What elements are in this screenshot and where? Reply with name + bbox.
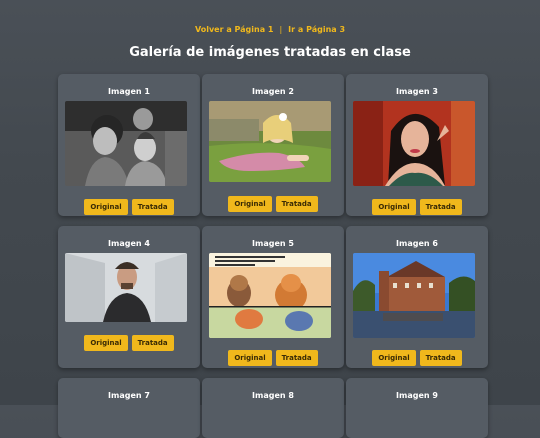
image-castle-by-water [353,253,475,338]
treated-button[interactable]: Tratada [275,196,318,212]
card-caption: Imagen 8 [252,391,294,400]
card-caption: Imagen 4 [108,239,150,248]
gallery-card-6: Imagen 6 Original Tratada [346,226,488,368]
original-button[interactable]: Original [228,196,272,212]
card-caption: Imagen 7 [108,391,150,400]
treated-button[interactable]: Tratada [419,199,462,215]
image-woman-portrait-red-background [353,101,475,186]
gallery-card-9: Imagen 9 [346,378,488,438]
gallery-card-4: Imagen 4 Original Tratada [58,226,200,368]
original-button[interactable]: Original [228,350,272,366]
card-caption: Imagen 3 [396,87,438,96]
card-caption: Imagen 5 [252,239,294,248]
page-title: Galería de imágenes tratadas en clase [129,45,411,60]
original-button[interactable]: Original [372,350,416,366]
original-button[interactable]: Original [372,199,416,215]
card-caption: Imagen 9 [396,391,438,400]
image-girl-lying-in-grass [209,101,331,182]
go-to-page-3-link[interactable]: Ir a Página 3 [288,25,345,34]
page-navigation: Volver a Página 1 | Ir a Página 3 [0,25,540,34]
treated-button[interactable]: Tratada [131,335,174,351]
card-caption: Imagen 1 [108,87,150,96]
card-caption: Imagen 2 [252,87,294,96]
gallery-card-3: Imagen 3 Original Tratada [346,74,488,216]
card-caption: Imagen 6 [396,239,438,248]
gallery-card-8: Imagen 8 [202,378,344,438]
nav-separator: | [279,25,283,34]
original-button[interactable]: Original [84,199,128,215]
treated-button[interactable]: Tratada [275,350,318,366]
back-to-page-1-link[interactable]: Volver a Página 1 [195,25,274,34]
image-man-in-white-room [65,253,187,322]
original-button[interactable]: Original [84,335,128,351]
gallery-card-5: Imagen 5 Original Tratada [202,226,344,368]
image-comic-strip-panel [209,253,331,338]
treated-button[interactable]: Tratada [419,350,462,366]
treated-button[interactable]: Tratada [131,199,174,215]
gallery-card-7: Imagen 7 [58,378,200,438]
gallery-card-2: Imagen 2 Original Tratada [202,74,344,216]
gallery-card-1: Imagen 1 Original Tratada [58,74,200,216]
image-vintage-family-photo [65,101,187,186]
